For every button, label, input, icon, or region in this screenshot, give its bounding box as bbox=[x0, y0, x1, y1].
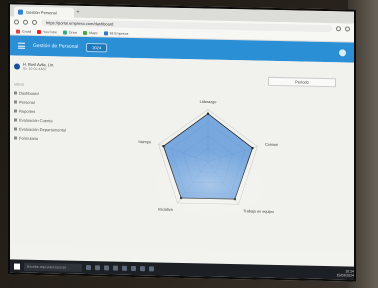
radar-axis-label: Gestión del tiempo bbox=[138, 140, 151, 145]
back-icon[interactable] bbox=[14, 19, 19, 25]
period-button[interactable]: 2024 bbox=[86, 42, 108, 52]
report-icon bbox=[14, 109, 17, 113]
sidebar-item-formulario[interactable]: Formulario bbox=[14, 135, 70, 141]
bookmark-item[interactable]: Gmail bbox=[16, 29, 31, 33]
radar-axis-label: Liderazgo bbox=[200, 100, 217, 104]
taskbar-clock[interactable]: 10:24 15/03/2024 bbox=[336, 269, 354, 277]
avatar bbox=[14, 63, 20, 70]
radar-axis-label: Comunicación bbox=[265, 143, 278, 148]
word-icon[interactable] bbox=[149, 266, 154, 272]
extensions-icon[interactable] bbox=[336, 26, 341, 32]
folder-icon[interactable] bbox=[104, 265, 109, 271]
main-content: H. Bost Avila, Lin. ID: 10-01-4482 MENÚ … bbox=[10, 55, 354, 253]
forward-icon[interactable] bbox=[23, 19, 28, 25]
sidebar-item-evaluacion-cuenta[interactable]: Evaluación Cuenta bbox=[14, 117, 70, 123]
monitor-screen: Gestión Personal + https://portal.empres… bbox=[8, 2, 356, 282]
browser-tab[interactable]: Gestión Personal bbox=[14, 6, 74, 18]
excel-icon[interactable] bbox=[140, 266, 145, 272]
new-tab-button[interactable]: + bbox=[74, 8, 82, 18]
store-icon[interactable] bbox=[122, 265, 127, 271]
app-title: Gestión de Personal bbox=[33, 42, 79, 50]
reload-icon[interactable] bbox=[32, 19, 37, 25]
bookmark-item[interactable]: Maps bbox=[83, 30, 98, 35]
sidebar-section-label: MENÚ bbox=[14, 82, 25, 87]
sidebar-item-personal[interactable]: Personal bbox=[14, 99, 70, 105]
period-selector[interactable]: Periodo bbox=[268, 76, 336, 88]
radar-series bbox=[162, 112, 254, 201]
account-icon[interactable] bbox=[339, 48, 346, 56]
radar-series-area bbox=[163, 113, 253, 200]
hamburger-menu-icon[interactable] bbox=[18, 42, 25, 49]
profile-icon[interactable] bbox=[345, 26, 350, 32]
bookmark-item[interactable]: Mi Empresa bbox=[103, 30, 128, 35]
taskview-icon[interactable] bbox=[86, 264, 91, 271]
radar-chart: Liderazgo Comunicación Trabajo en equipo In… bbox=[138, 100, 278, 214]
radar-point[interactable] bbox=[233, 197, 237, 201]
mail-icon[interactable] bbox=[131, 265, 136, 272]
people-icon bbox=[14, 100, 17, 104]
bookmark-item[interactable]: YouTube bbox=[37, 29, 57, 34]
windows-start-icon[interactable] bbox=[14, 262, 20, 270]
radar-axis-label: Trabajo en equipo bbox=[243, 209, 273, 214]
chart-icon bbox=[14, 118, 17, 122]
taskbar-search[interactable]: Escribe aquí para buscar bbox=[24, 262, 82, 272]
form-icon bbox=[14, 136, 17, 140]
tab-title: Gestión Personal bbox=[26, 9, 57, 15]
sidebar: H. Bost Avila, Lin. ID: 10-01-4482 MENÚ … bbox=[10, 55, 74, 246]
chrome-icon[interactable] bbox=[113, 265, 118, 271]
taskbar: Escribe aquí para buscar 10:24 15/03/202… bbox=[10, 259, 356, 280]
radar-axis-label: Iniciativa bbox=[158, 208, 174, 212]
user-card: H. Bost Avila, Lin. ID: 10-01-4482 bbox=[14, 61, 70, 71]
sidebar-item-evaluacion-departamental[interactable]: Evaluación Departamental bbox=[14, 126, 70, 133]
user-id: ID: 10-01-4482 bbox=[23, 66, 47, 72]
bookmark-item[interactable]: Drive bbox=[62, 30, 77, 34]
chart-icon bbox=[14, 127, 17, 131]
dashboard-icon bbox=[14, 91, 17, 95]
site-favicon-icon bbox=[18, 9, 23, 15]
edge-icon[interactable] bbox=[95, 265, 100, 271]
sidebar-item-reportes[interactable]: Reportes bbox=[14, 108, 70, 114]
photo-scene: Gestión Personal + https://portal.empres… bbox=[0, 0, 378, 288]
sidebar-item-dashboard[interactable]: Dashboard bbox=[14, 90, 70, 96]
